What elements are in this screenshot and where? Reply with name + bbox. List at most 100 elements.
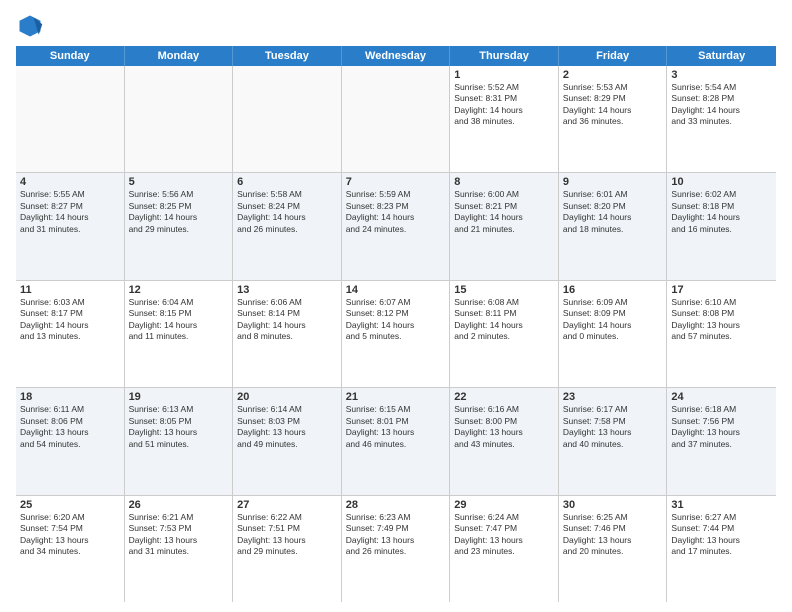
calendar: SundayMondayTuesdayWednesdayThursdayFrid…: [16, 46, 776, 602]
day-cell-empty: [125, 66, 234, 172]
day-cell-11: 11Sunrise: 6:03 AM Sunset: 8:17 PM Dayli…: [16, 281, 125, 387]
day-cell-30: 30Sunrise: 6:25 AM Sunset: 7:46 PM Dayli…: [559, 496, 668, 602]
day-info: Sunrise: 6:11 AM Sunset: 8:06 PM Dayligh…: [20, 404, 120, 450]
page: SundayMondayTuesdayWednesdayThursdayFrid…: [0, 0, 792, 612]
day-number: 30: [563, 499, 663, 511]
day-info: Sunrise: 6:07 AM Sunset: 8:12 PM Dayligh…: [346, 297, 446, 343]
day-number: 13: [237, 284, 337, 296]
day-info: Sunrise: 6:02 AM Sunset: 8:18 PM Dayligh…: [671, 189, 772, 235]
day-cell-9: 9Sunrise: 6:01 AM Sunset: 8:20 PM Daylig…: [559, 173, 668, 279]
header-cell-wednesday: Wednesday: [342, 46, 451, 66]
day-number: 19: [129, 391, 229, 403]
day-cell-24: 24Sunrise: 6:18 AM Sunset: 7:56 PM Dayli…: [667, 388, 776, 494]
week-row-3: 11Sunrise: 6:03 AM Sunset: 8:17 PM Dayli…: [16, 281, 776, 388]
header-cell-tuesday: Tuesday: [233, 46, 342, 66]
day-number: 10: [671, 176, 772, 188]
calendar-header: SundayMondayTuesdayWednesdayThursdayFrid…: [16, 46, 776, 66]
day-number: 27: [237, 499, 337, 511]
day-info: Sunrise: 6:27 AM Sunset: 7:44 PM Dayligh…: [671, 512, 772, 558]
day-cell-7: 7Sunrise: 5:59 AM Sunset: 8:23 PM Daylig…: [342, 173, 451, 279]
day-cell-19: 19Sunrise: 6:13 AM Sunset: 8:05 PM Dayli…: [125, 388, 234, 494]
day-info: Sunrise: 6:18 AM Sunset: 7:56 PM Dayligh…: [671, 404, 772, 450]
day-number: 21: [346, 391, 446, 403]
day-info: Sunrise: 5:56 AM Sunset: 8:25 PM Dayligh…: [129, 189, 229, 235]
day-number: 20: [237, 391, 337, 403]
day-cell-3: 3Sunrise: 5:54 AM Sunset: 8:28 PM Daylig…: [667, 66, 776, 172]
day-number: 2: [563, 69, 663, 81]
day-cell-17: 17Sunrise: 6:10 AM Sunset: 8:08 PM Dayli…: [667, 281, 776, 387]
header-cell-monday: Monday: [125, 46, 234, 66]
header-cell-friday: Friday: [559, 46, 668, 66]
day-info: Sunrise: 5:52 AM Sunset: 8:31 PM Dayligh…: [454, 82, 554, 128]
day-number: 6: [237, 176, 337, 188]
day-info: Sunrise: 6:14 AM Sunset: 8:03 PM Dayligh…: [237, 404, 337, 450]
day-info: Sunrise: 6:17 AM Sunset: 7:58 PM Dayligh…: [563, 404, 663, 450]
day-number: 24: [671, 391, 772, 403]
day-info: Sunrise: 5:54 AM Sunset: 8:28 PM Dayligh…: [671, 82, 772, 128]
header-cell-saturday: Saturday: [667, 46, 776, 66]
day-cell-21: 21Sunrise: 6:15 AM Sunset: 8:01 PM Dayli…: [342, 388, 451, 494]
day-number: 28: [346, 499, 446, 511]
day-cell-10: 10Sunrise: 6:02 AM Sunset: 8:18 PM Dayli…: [667, 173, 776, 279]
day-number: 9: [563, 176, 663, 188]
day-number: 11: [20, 284, 120, 296]
day-number: 3: [671, 69, 772, 81]
day-info: Sunrise: 6:08 AM Sunset: 8:11 PM Dayligh…: [454, 297, 554, 343]
day-info: Sunrise: 6:25 AM Sunset: 7:46 PM Dayligh…: [563, 512, 663, 558]
day-cell-15: 15Sunrise: 6:08 AM Sunset: 8:11 PM Dayli…: [450, 281, 559, 387]
day-info: Sunrise: 5:53 AM Sunset: 8:29 PM Dayligh…: [563, 82, 663, 128]
day-cell-empty: [342, 66, 451, 172]
day-info: Sunrise: 6:06 AM Sunset: 8:14 PM Dayligh…: [237, 297, 337, 343]
calendar-body: 1Sunrise: 5:52 AM Sunset: 8:31 PM Daylig…: [16, 66, 776, 602]
day-cell-8: 8Sunrise: 6:00 AM Sunset: 8:21 PM Daylig…: [450, 173, 559, 279]
day-cell-20: 20Sunrise: 6:14 AM Sunset: 8:03 PM Dayli…: [233, 388, 342, 494]
header-cell-thursday: Thursday: [450, 46, 559, 66]
day-cell-18: 18Sunrise: 6:11 AM Sunset: 8:06 PM Dayli…: [16, 388, 125, 494]
day-cell-12: 12Sunrise: 6:04 AM Sunset: 8:15 PM Dayli…: [125, 281, 234, 387]
day-cell-29: 29Sunrise: 6:24 AM Sunset: 7:47 PM Dayli…: [450, 496, 559, 602]
day-number: 12: [129, 284, 229, 296]
day-number: 26: [129, 499, 229, 511]
day-cell-28: 28Sunrise: 6:23 AM Sunset: 7:49 PM Dayli…: [342, 496, 451, 602]
day-cell-27: 27Sunrise: 6:22 AM Sunset: 7:51 PM Dayli…: [233, 496, 342, 602]
logo-icon: [16, 12, 44, 40]
day-cell-13: 13Sunrise: 6:06 AM Sunset: 8:14 PM Dayli…: [233, 281, 342, 387]
day-cell-23: 23Sunrise: 6:17 AM Sunset: 7:58 PM Dayli…: [559, 388, 668, 494]
day-number: 1: [454, 69, 554, 81]
day-number: 29: [454, 499, 554, 511]
day-info: Sunrise: 6:10 AM Sunset: 8:08 PM Dayligh…: [671, 297, 772, 343]
day-info: Sunrise: 6:21 AM Sunset: 7:53 PM Dayligh…: [129, 512, 229, 558]
day-info: Sunrise: 5:58 AM Sunset: 8:24 PM Dayligh…: [237, 189, 337, 235]
week-row-5: 25Sunrise: 6:20 AM Sunset: 7:54 PM Dayli…: [16, 496, 776, 602]
week-row-2: 4Sunrise: 5:55 AM Sunset: 8:27 PM Daylig…: [16, 173, 776, 280]
day-info: Sunrise: 6:04 AM Sunset: 8:15 PM Dayligh…: [129, 297, 229, 343]
day-cell-31: 31Sunrise: 6:27 AM Sunset: 7:44 PM Dayli…: [667, 496, 776, 602]
day-cell-14: 14Sunrise: 6:07 AM Sunset: 8:12 PM Dayli…: [342, 281, 451, 387]
day-number: 8: [454, 176, 554, 188]
day-info: Sunrise: 6:03 AM Sunset: 8:17 PM Dayligh…: [20, 297, 120, 343]
day-info: Sunrise: 6:00 AM Sunset: 8:21 PM Dayligh…: [454, 189, 554, 235]
day-info: Sunrise: 6:09 AM Sunset: 8:09 PM Dayligh…: [563, 297, 663, 343]
day-number: 17: [671, 284, 772, 296]
logo: [16, 12, 48, 40]
day-number: 31: [671, 499, 772, 511]
day-info: Sunrise: 5:55 AM Sunset: 8:27 PM Dayligh…: [20, 189, 120, 235]
day-cell-22: 22Sunrise: 6:16 AM Sunset: 8:00 PM Dayli…: [450, 388, 559, 494]
day-info: Sunrise: 6:16 AM Sunset: 8:00 PM Dayligh…: [454, 404, 554, 450]
day-cell-empty: [16, 66, 125, 172]
header-cell-sunday: Sunday: [16, 46, 125, 66]
day-info: Sunrise: 6:24 AM Sunset: 7:47 PM Dayligh…: [454, 512, 554, 558]
day-info: Sunrise: 6:22 AM Sunset: 7:51 PM Dayligh…: [237, 512, 337, 558]
day-cell-2: 2Sunrise: 5:53 AM Sunset: 8:29 PM Daylig…: [559, 66, 668, 172]
day-info: Sunrise: 6:20 AM Sunset: 7:54 PM Dayligh…: [20, 512, 120, 558]
day-info: Sunrise: 6:01 AM Sunset: 8:20 PM Dayligh…: [563, 189, 663, 235]
day-info: Sunrise: 6:13 AM Sunset: 8:05 PM Dayligh…: [129, 404, 229, 450]
day-number: 25: [20, 499, 120, 511]
day-info: Sunrise: 5:59 AM Sunset: 8:23 PM Dayligh…: [346, 189, 446, 235]
day-number: 18: [20, 391, 120, 403]
day-number: 14: [346, 284, 446, 296]
week-row-1: 1Sunrise: 5:52 AM Sunset: 8:31 PM Daylig…: [16, 66, 776, 173]
day-cell-16: 16Sunrise: 6:09 AM Sunset: 8:09 PM Dayli…: [559, 281, 668, 387]
header: [16, 12, 776, 40]
day-cell-26: 26Sunrise: 6:21 AM Sunset: 7:53 PM Dayli…: [125, 496, 234, 602]
